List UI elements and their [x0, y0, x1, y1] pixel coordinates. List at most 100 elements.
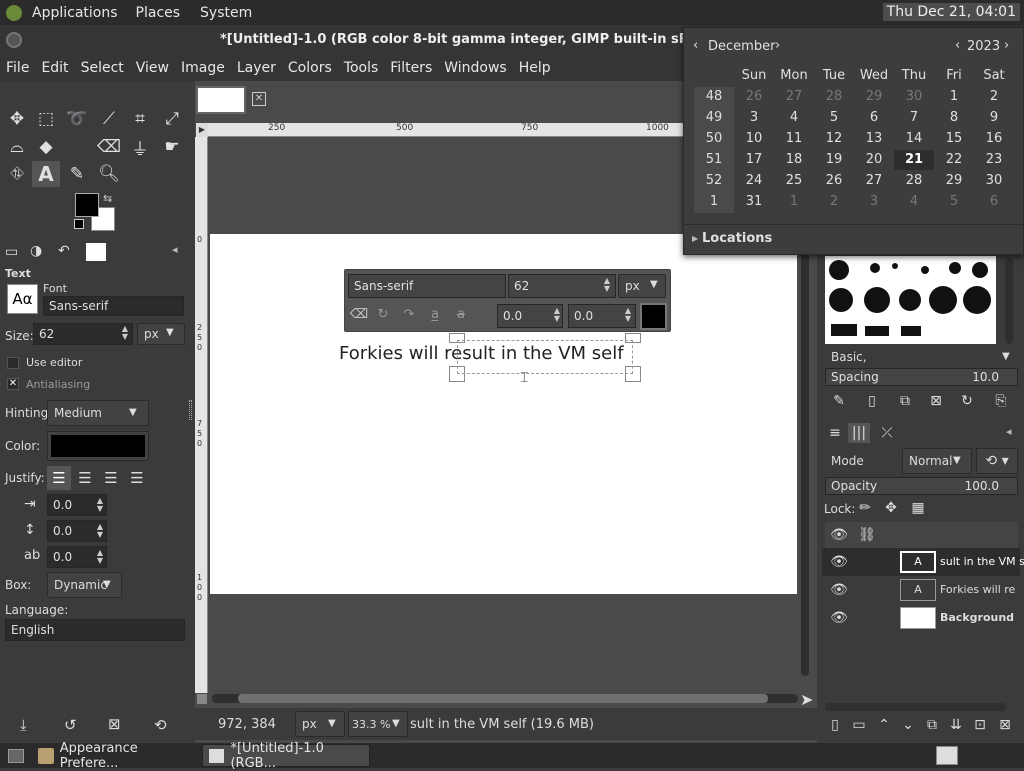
warp-tool-icon[interactable]: ⌓: [3, 134, 31, 160]
open-brush-icon[interactable]: ⎘: [992, 392, 1010, 410]
save-options-icon[interactable]: ⤓: [20, 716, 27, 734]
calendar-day[interactable]: 4: [774, 108, 814, 128]
brush-preview-grid[interactable]: [825, 256, 996, 344]
taskbar-item-appearance[interactable]: Appearance Prefere...: [34, 741, 198, 771]
use-editor-checkbox[interactable]: [7, 357, 19, 369]
color-picker-tool-icon[interactable]: ✎: [63, 161, 91, 187]
size-input[interactable]: 62: [33, 323, 133, 345]
calendar-day[interactable]: 6: [854, 108, 894, 128]
reset-options-icon[interactable]: ⟲: [154, 716, 167, 734]
zoom-tool-icon[interactable]: 🔍︎: [95, 161, 123, 187]
justify-center-icon[interactable]: ☰: [99, 466, 123, 490]
calendar-day[interactable]: 27: [774, 87, 814, 107]
locations-expander-icon[interactable]: ▶: [692, 234, 698, 243]
opacity-field[interactable]: Opacity 100.0: [825, 477, 1018, 495]
calendar-day[interactable]: 5: [934, 192, 974, 212]
panel-clock[interactable]: Thu Dec 21, 04:01: [882, 3, 1020, 21]
menu-edit[interactable]: Edit: [41, 60, 68, 76]
menu-file[interactable]: File: [6, 60, 29, 76]
prev-month-icon[interactable]: ‹: [693, 38, 698, 53]
menu-tools[interactable]: Tools: [344, 60, 379, 76]
text-tool-icon[interactable]: A: [32, 161, 60, 187]
rect-select-tool-icon[interactable]: ⬚: [32, 106, 60, 132]
default-colors-icon[interactable]: [74, 219, 84, 229]
calendar-day[interactable]: 8: [934, 108, 974, 128]
toolbar-size-entry[interactable]: 62: [508, 274, 616, 298]
refresh-brushes-icon[interactable]: ↻: [958, 392, 976, 410]
spacing-field[interactable]: Spacing 10.0: [825, 368, 1018, 386]
calendar-day[interactable]: 28: [814, 87, 854, 107]
calendar-day[interactable]: 2: [974, 87, 1014, 107]
calendar-day[interactable]: 16: [974, 129, 1014, 149]
new-layer-group-icon[interactable]: ▭: [850, 716, 868, 734]
calendar-day[interactable]: 30: [894, 87, 934, 107]
crop-tool-icon[interactable]: ⌗: [126, 106, 154, 132]
calendar-day[interactable]: 12: [814, 129, 854, 149]
underline-icon[interactable]: a̲: [424, 304, 446, 326]
antialiasing-checkbox[interactable]: ✕: [7, 378, 19, 390]
workspace-switcher-icon[interactable]: [936, 746, 958, 765]
layer-row[interactable]: 👁︎ A sult in the VM se: [822, 548, 1024, 576]
visibility-eye-icon[interactable]: 👁︎: [830, 609, 848, 627]
calendar-day[interactable]: 29: [854, 87, 894, 107]
places-menu[interactable]: Places: [136, 5, 181, 21]
language-entry[interactable]: English: [5, 619, 185, 641]
calendar-day[interactable]: 4: [894, 192, 934, 212]
next-month-icon[interactable]: ›: [775, 38, 780, 53]
quick-mask-icon[interactable]: ▶: [196, 123, 208, 137]
taskbar-item-gimp[interactable]: *[Untitled]-1.0 (RGB...: [202, 741, 370, 771]
font-entry[interactable]: Sans-serif: [43, 296, 184, 316]
toolbar-size-spin-icon[interactable]: ▲ ▼: [601, 277, 613, 293]
device-status-tab-icon[interactable]: ◑: [30, 243, 42, 259]
move-tool-icon[interactable]: ✥: [3, 106, 31, 132]
size-unit-combo[interactable]: px: [137, 323, 185, 345]
menu-windows[interactable]: Windows: [444, 60, 507, 76]
status-unit-combo[interactable]: px: [295, 711, 345, 737]
toolbar-font-entry[interactable]: Sans-serif: [348, 274, 506, 298]
close-icon[interactable]: ✕: [252, 92, 266, 106]
duplicate-brush-icon[interactable]: ⧉: [896, 392, 914, 410]
calendar-day[interactable]: 3: [854, 192, 894, 212]
eraser-tool-icon[interactable]: ⌫: [95, 134, 123, 160]
composite-mode-icon[interactable]: ⟲ ▾: [976, 448, 1018, 474]
menu-select[interactable]: Select: [81, 60, 124, 76]
applications-menu[interactable]: Applications: [32, 5, 118, 21]
merge-layer-icon[interactable]: ⇊: [947, 716, 965, 734]
brush-scrollbar[interactable]: [1005, 258, 1013, 344]
show-desktop-icon[interactable]: [8, 749, 24, 763]
layer-row[interactable]: 👁︎ A Forkies will re: [822, 576, 1020, 604]
calendar-day[interactable]: 26: [814, 171, 854, 191]
paths-tab-icon[interactable]: ⤫: [876, 423, 898, 443]
toolbar-color-button[interactable]: [640, 303, 667, 330]
calendar-day[interactable]: 1: [774, 192, 814, 212]
toolbar-unit-combo[interactable]: px: [618, 274, 666, 298]
calendar-day[interactable]: 20: [854, 150, 894, 170]
dock-menu-icon[interactable]: ◂: [1006, 425, 1012, 438]
calendar-day[interactable]: 17: [734, 150, 774, 170]
size-spin-icon[interactable]: ▲ ▼: [119, 325, 131, 341]
lasso-tool-icon[interactable]: ➰: [63, 106, 91, 132]
baseline-spin-icon[interactable]: ▲ ▼: [551, 307, 563, 323]
calendar-day[interactable]: 9: [974, 108, 1014, 128]
window-menu-icon[interactable]: [6, 32, 22, 48]
layers-tab-icon[interactable]: ≡: [824, 423, 846, 443]
raise-layer-icon[interactable]: ⌃: [875, 716, 893, 734]
fuzzy-select-tool-icon[interactable]: ⟋: [95, 106, 123, 132]
justify-left-icon[interactable]: ☰: [47, 466, 71, 490]
visibility-eye-icon[interactable]: 👁︎: [830, 581, 848, 599]
calendar-day[interactable]: 11: [774, 129, 814, 149]
calendar-day[interactable]: 22: [934, 150, 974, 170]
font-preview-button[interactable]: Aα: [7, 284, 38, 314]
clone-tool-icon[interactable]: ⏚: [126, 134, 154, 160]
visibility-eye-icon[interactable]: 👁︎: [830, 553, 848, 571]
next-year-icon[interactable]: ›: [1004, 38, 1009, 53]
calendar-day[interactable]: 18: [774, 150, 814, 170]
indent-spin-icon[interactable]: ▲ ▼: [94, 497, 106, 513]
calendar-day[interactable]: 24: [734, 171, 774, 191]
calendar-day[interactable]: 19: [814, 150, 854, 170]
bold-icon[interactable]: ↻: [372, 304, 394, 326]
italic-icon[interactable]: ↷: [398, 304, 420, 326]
calendar-day[interactable]: 14: [894, 129, 934, 149]
calendar-day[interactable]: 10: [734, 129, 774, 149]
menu-view[interactable]: View: [136, 60, 169, 76]
